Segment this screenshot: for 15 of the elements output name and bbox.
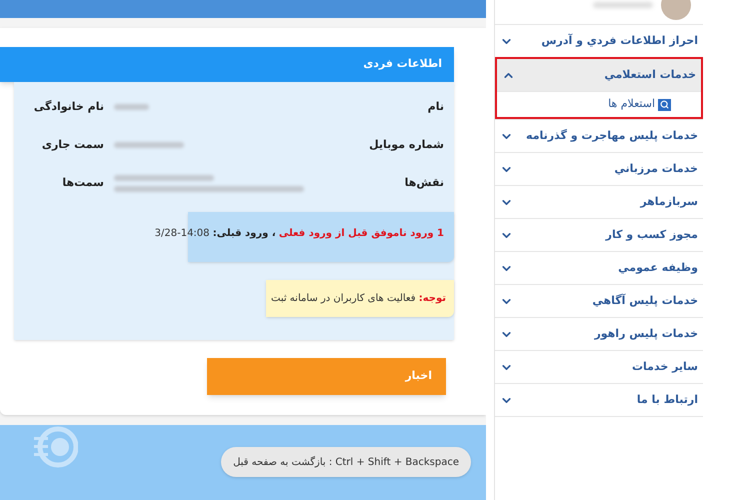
panel-title: اطلاعات فردی [363,56,442,72]
notice-text: توجه: فعالیت های کاربران در سامانه ثبت [271,292,446,306]
field-label: سمت‌ها [62,174,104,191]
blurred-value [114,142,184,148]
blurred-value [114,104,149,110]
submenu-link[interactable]: استعلام ها [608,96,671,113]
news-title: اخبار [405,368,432,384]
field-label: نام خانوادگی [34,98,104,115]
field-label: سمت جاری [42,136,104,153]
field-label: نام [426,98,444,115]
field-label: نقش‌ها [404,174,444,191]
shortcut-hint: Ctrl + Shift + Backspace : بازگشت به صفحه قبل [221,447,471,477]
menu-item[interactable]: خدمات استعلامي [497,59,701,91]
search-icon [658,98,671,110]
field-label: شماره موبایل [368,136,444,153]
